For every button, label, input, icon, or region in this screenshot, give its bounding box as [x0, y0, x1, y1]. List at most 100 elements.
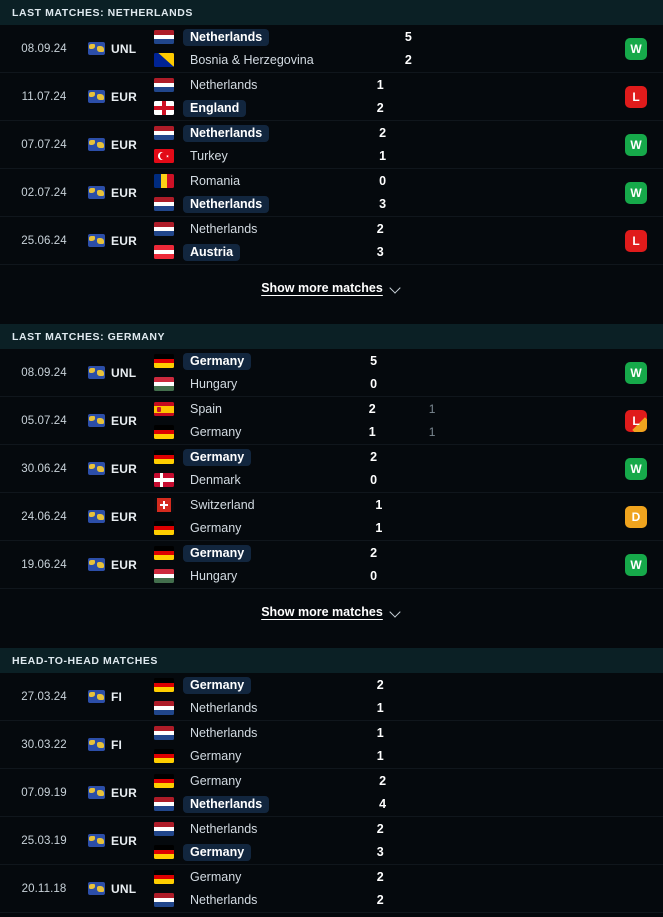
match-row[interactable]: 20.11.18 UNL Germany Netherlands 2 2: [0, 865, 663, 913]
flag-icon-de: [154, 546, 174, 560]
match-row[interactable]: 02.07.24 EUR Romania Netherlands 0 3 W: [0, 169, 663, 217]
section-header-head-to-head-matches: HEAD-TO-HEAD MATCHES: [0, 648, 663, 673]
score-home: 2: [368, 402, 376, 416]
team-name-away: Denmark: [190, 473, 241, 487]
extra-away: 1: [428, 425, 436, 439]
competition-label: FI: [111, 689, 123, 704]
team-name-away: Germany: [183, 843, 252, 861]
match-row[interactable]: 07.09.19 EUR Germany Netherlands 2 4: [0, 769, 663, 817]
result-badge: L: [625, 409, 647, 432]
flag-icon-nl: [154, 30, 174, 44]
team-name-home: Germany: [183, 352, 252, 370]
competition[interactable]: UNL: [88, 865, 154, 912]
team-name-away: Germany: [190, 425, 242, 439]
team-line-home: Romania: [154, 173, 379, 190]
team-line-away: Austria: [154, 243, 377, 261]
scores: 03: [379, 169, 439, 216]
team-name-away: Netherlands: [190, 701, 258, 715]
match-row[interactable]: 25.06.24 EUR Netherlands Austria 2 3 L: [0, 217, 663, 265]
extra-home: [439, 173, 499, 190]
team-name-away: Netherlands: [183, 795, 270, 813]
team-name-away: Turkey: [190, 149, 228, 163]
globe-icon: [88, 42, 105, 55]
team-name-home: Germany: [183, 676, 252, 694]
extra-away: [437, 244, 497, 261]
show-more-matches-button[interactable]: Show more matches: [0, 589, 663, 634]
competition[interactable]: EUR: [88, 397, 154, 444]
extra-scores: [437, 865, 497, 912]
chevron-down-icon: [391, 608, 402, 615]
competition[interactable]: UNL: [88, 25, 154, 72]
competition[interactable]: FI: [88, 721, 154, 768]
row-spacer: [497, 721, 609, 768]
team-line-away: Hungary: [154, 568, 370, 585]
team-line-home: Germany: [154, 869, 377, 886]
team-line-home: Netherlands: [154, 725, 377, 742]
match-date: 07.09.19: [21, 786, 67, 799]
competition[interactable]: EUR: [88, 169, 154, 216]
globe-icon: [88, 738, 105, 751]
match-row[interactable]: 19.06.24 EUR Germany Hungary 2 0 W: [0, 541, 663, 589]
score-home: 2: [376, 870, 384, 884]
match-row[interactable]: 11.07.24 EUR Netherlands England 1 2 L: [0, 73, 663, 121]
team-line-away: Germany: [154, 748, 377, 765]
match-row[interactable]: 25.03.19 EUR Netherlands Germany 2 3: [0, 817, 663, 865]
match-row[interactable]: 07.07.24 EUR Netherlands Turkey 2 1 W: [0, 121, 663, 169]
teams: Germany Netherlands: [154, 865, 377, 912]
extra-away: [465, 52, 525, 69]
score-home: 2: [370, 450, 378, 464]
match-date: 07.07.24: [21, 138, 67, 151]
match-row[interactable]: 08.09.24 UNL Germany Hungary 5 0 W: [0, 349, 663, 397]
flag-icon-at: [154, 245, 174, 259]
team-line-home: Germany: [154, 676, 377, 694]
flag-icon-dk: [154, 473, 174, 487]
show-more-matches-button[interactable]: Show more matches: [0, 265, 663, 310]
extra-away: [430, 472, 490, 489]
section-title: LAST MATCHES: GERMANY: [12, 330, 166, 343]
competition[interactable]: EUR: [88, 73, 154, 120]
teams: Netherlands Germany: [154, 817, 377, 864]
score-away: 4: [379, 797, 387, 811]
team-name-home: Romania: [190, 174, 241, 188]
team-line-away: Netherlands: [154, 892, 377, 909]
match-row[interactable]: 08.09.24 UNL Netherlands Bosnia & Herzegovi…: [0, 25, 663, 73]
extra-scores: 11: [429, 397, 489, 444]
extra-scores: [437, 73, 497, 120]
flag-icon-de: [154, 845, 174, 859]
result-badge: W: [625, 361, 648, 384]
chevron-down-icon: [391, 284, 402, 291]
team-line-home: Netherlands: [154, 124, 379, 142]
teams: Germany Netherlands: [154, 673, 377, 720]
match-row[interactable]: 30.06.24 EUR Germany Denmark 2 0 W: [0, 445, 663, 493]
match-date: 20.11.18: [21, 882, 67, 895]
competition[interactable]: EUR: [88, 217, 154, 264]
team-line-home: Spain: [154, 401, 369, 418]
match-row[interactable]: 27.03.24 FI Germany Netherlands 2 1: [0, 673, 663, 721]
competition[interactable]: EUR: [88, 769, 154, 816]
scores: 11: [375, 493, 435, 540]
competition[interactable]: EUR: [88, 493, 154, 540]
team-line-away: England: [154, 99, 377, 117]
competition[interactable]: EUR: [88, 541, 154, 588]
flag-icon-de: [154, 450, 174, 464]
competition-label: EUR: [111, 413, 137, 428]
scores: 12: [377, 73, 437, 120]
match-row[interactable]: 24.06.24 EUR Switzerland Germany 1 1 D: [0, 493, 663, 541]
section-gap: [0, 634, 663, 648]
row-spacer: [497, 817, 609, 864]
competition[interactable]: UNL: [88, 349, 154, 396]
teams: Germany Hungary: [154, 541, 370, 588]
team-name-away: Hungary: [190, 569, 238, 583]
score-home: 2: [376, 222, 384, 236]
extra-scores: [437, 673, 497, 720]
globe-icon: [88, 558, 105, 571]
result-badge: L: [625, 229, 647, 252]
score-home: 0: [379, 174, 387, 188]
competition[interactable]: EUR: [88, 121, 154, 168]
match-row[interactable]: 05.07.24 EUR Spain Germany 2 1 1 1 L: [0, 397, 663, 445]
competition[interactable]: EUR: [88, 445, 154, 492]
match-row[interactable]: 30.03.22 FI Netherlands Germany 1 1: [0, 721, 663, 769]
competition[interactable]: FI: [88, 673, 154, 720]
match-history-panel: LAST MATCHES: NETHERLANDS 08.09.24 UNL Neth…: [0, 0, 663, 913]
competition[interactable]: EUR: [88, 817, 154, 864]
